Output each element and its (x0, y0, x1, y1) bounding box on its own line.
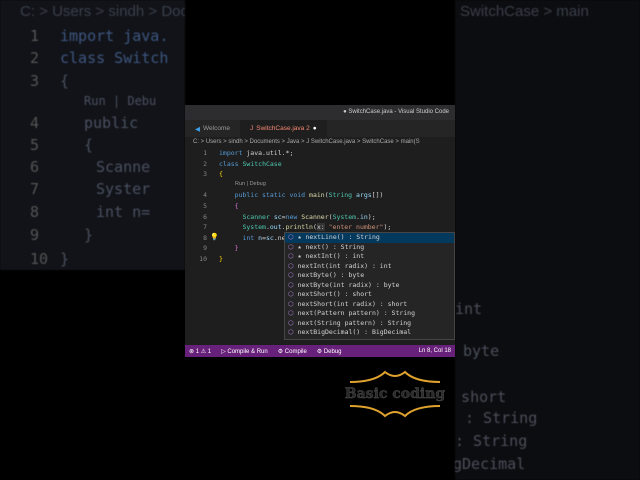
logo-frame-icon: Basic coding (345, 370, 446, 418)
bg-line: 3{ (30, 72, 70, 90)
bg-suggestion-text: gDecimal (455, 455, 526, 473)
bg-line: 6 Scanne (30, 158, 151, 176)
vscode-icon: ◀ (195, 125, 200, 133)
bg-line: 8 int n= (30, 203, 151, 221)
suggestion-item[interactable]: ⬡ nextByte() : byte (285, 271, 454, 281)
suggestion-item[interactable]: ⬡ next(String pattern) : String (285, 319, 454, 329)
suggestion-item[interactable]: ⬡ ★ nextLine() : String (285, 233, 454, 243)
method-icon: ⬡ (288, 318, 294, 327)
method-icon: ⬡ (288, 280, 294, 289)
cursor-position[interactable]: Ln 8, Col 18 (419, 348, 451, 354)
bg-line: 5{ (30, 136, 94, 154)
tab-bar: ◀ Welcome J SwitchCase.java 2 ● (185, 120, 455, 137)
bg-line: 10} (30, 250, 70, 268)
status-bar: ⊗ 1 ⚠ 1 ▷ Compile & Run ⚙ Compile ⚙ Debu… (185, 345, 455, 357)
java-icon: J (249, 125, 254, 132)
method-icon: ⬡ (288, 299, 294, 308)
line-number: 8 (203, 233, 207, 242)
unsaved-dot-icon[interactable]: ● (313, 125, 317, 132)
line-number: 1 (203, 149, 207, 157)
method-icon: ⬡ (288, 271, 294, 279)
autocomplete-list[interactable]: ⬡ ★ nextLine() : String ⬡ ★ next() : Stri… (284, 232, 455, 340)
blurred-background-right: SwitchCase > main int byte : short : String… (455, 0, 640, 480)
bg-line: 7 Syster (30, 180, 151, 198)
suggestion-item[interactable]: ⬡ nextBigDecimal() : BigDecimal (285, 328, 454, 338)
line-number: 5 (203, 201, 207, 210)
suggestion-item[interactable]: ⬡ next(Pattern pattern) : String (285, 309, 454, 319)
bg-line: 2 class Switch (30, 49, 169, 67)
code-line[interactable]: int n=sc.ne (219, 234, 285, 242)
bg-breadcrumb: C: > Users > sindh > Docu (20, 3, 185, 20)
bg-suggestion-text: : String (465, 409, 538, 427)
suggestion-item[interactable]: ⬡ nextShort() : short (285, 290, 454, 300)
bg-line: Run | Debu (84, 94, 157, 108)
suggestion-item[interactable]: ⬡ ★ next() : String (285, 243, 454, 253)
codelens-run-debug[interactable]: Run | Debug (235, 181, 266, 187)
code-line[interactable]: class SwitchCase (219, 160, 282, 168)
method-icon: ⬡ (288, 309, 294, 317)
method-icon: ⬡ (288, 290, 294, 298)
line-number: 10 (199, 254, 207, 263)
code-line[interactable]: } (219, 255, 223, 263)
vscode-window: ● SwitchCase.java - Visual Studio Code ◀… (185, 105, 455, 357)
compile-run-button[interactable]: ▷ Compile & Run (221, 348, 268, 355)
line-number: 6 (203, 212, 207, 221)
compile-button[interactable]: ⚙ Compile (278, 348, 307, 355)
tab-switchcase[interactable]: J SwitchCase.java 2 ● (239, 120, 327, 137)
method-icon: ⬡ (288, 242, 294, 251)
line-number: 4 (203, 191, 207, 200)
bg-suggestion-text: : short (461, 388, 507, 406)
title-bar: ● SwitchCase.java - Visual Studio Code (185, 105, 455, 120)
code-line[interactable]: import java.util.*; (219, 149, 293, 157)
blurred-background-left: C: > Users > sindh > Docu 1 import java. 2… (0, 0, 185, 270)
code-line[interactable]: Scanner sc=new Scanner(System.in); (219, 213, 375, 221)
line-number: 3 (203, 170, 207, 179)
suggestion-item[interactable]: ⬡ nextShort(int radix) : short (285, 300, 454, 310)
suggestion-item[interactable]: ⬡ ★ nextInt() : int (285, 252, 454, 262)
bg-line: 9} (30, 226, 94, 244)
code-line[interactable]: { (219, 202, 239, 210)
bg-line: 1 import java. (30, 27, 169, 45)
problems-indicator[interactable]: ⊗ 1 ⚠ 1 (189, 348, 211, 355)
code-line[interactable]: public static void main(String args[]) (219, 191, 384, 199)
method-icon: ⬡ (288, 261, 294, 270)
suggestion-item[interactable]: ⬡ nextByte(int radix) : byte (285, 281, 454, 291)
bg-suggestion-text: byte (463, 342, 500, 360)
suggestion-item[interactable]: ⬡ nextInt(int radix) : int (285, 262, 454, 272)
lightbulb-icon[interactable]: 💡 (210, 233, 219, 241)
line-number: 2 (203, 159, 207, 168)
bg-suggestion-text: : String (455, 432, 528, 450)
code-line[interactable]: { (219, 170, 223, 178)
line-number: 7 (203, 223, 207, 232)
bg-breadcrumb-right: SwitchCase > main (460, 3, 589, 20)
bg-line: 4 public (30, 114, 139, 132)
method-icon: ⬡ (288, 328, 294, 336)
debug-button[interactable]: ⚙ Debug (317, 348, 342, 355)
method-icon: ⬡ (288, 252, 294, 260)
basic-coding-logo: Basic coding (345, 370, 446, 420)
line-number: 9 (203, 244, 207, 253)
breadcrumb[interactable]: C: > Users > sindh > Documents > Java > … (185, 137, 455, 149)
code-line[interactable]: } (219, 244, 239, 252)
code-line[interactable]: System.out.println(x: "enter number"); (219, 223, 391, 232)
bg-suggestion-text: int (455, 300, 483, 318)
tab-welcome[interactable]: ◀ Welcome (185, 120, 240, 137)
svg-text:Basic coding: Basic coding (345, 386, 445, 402)
method-icon: ⬡ (288, 233, 294, 241)
